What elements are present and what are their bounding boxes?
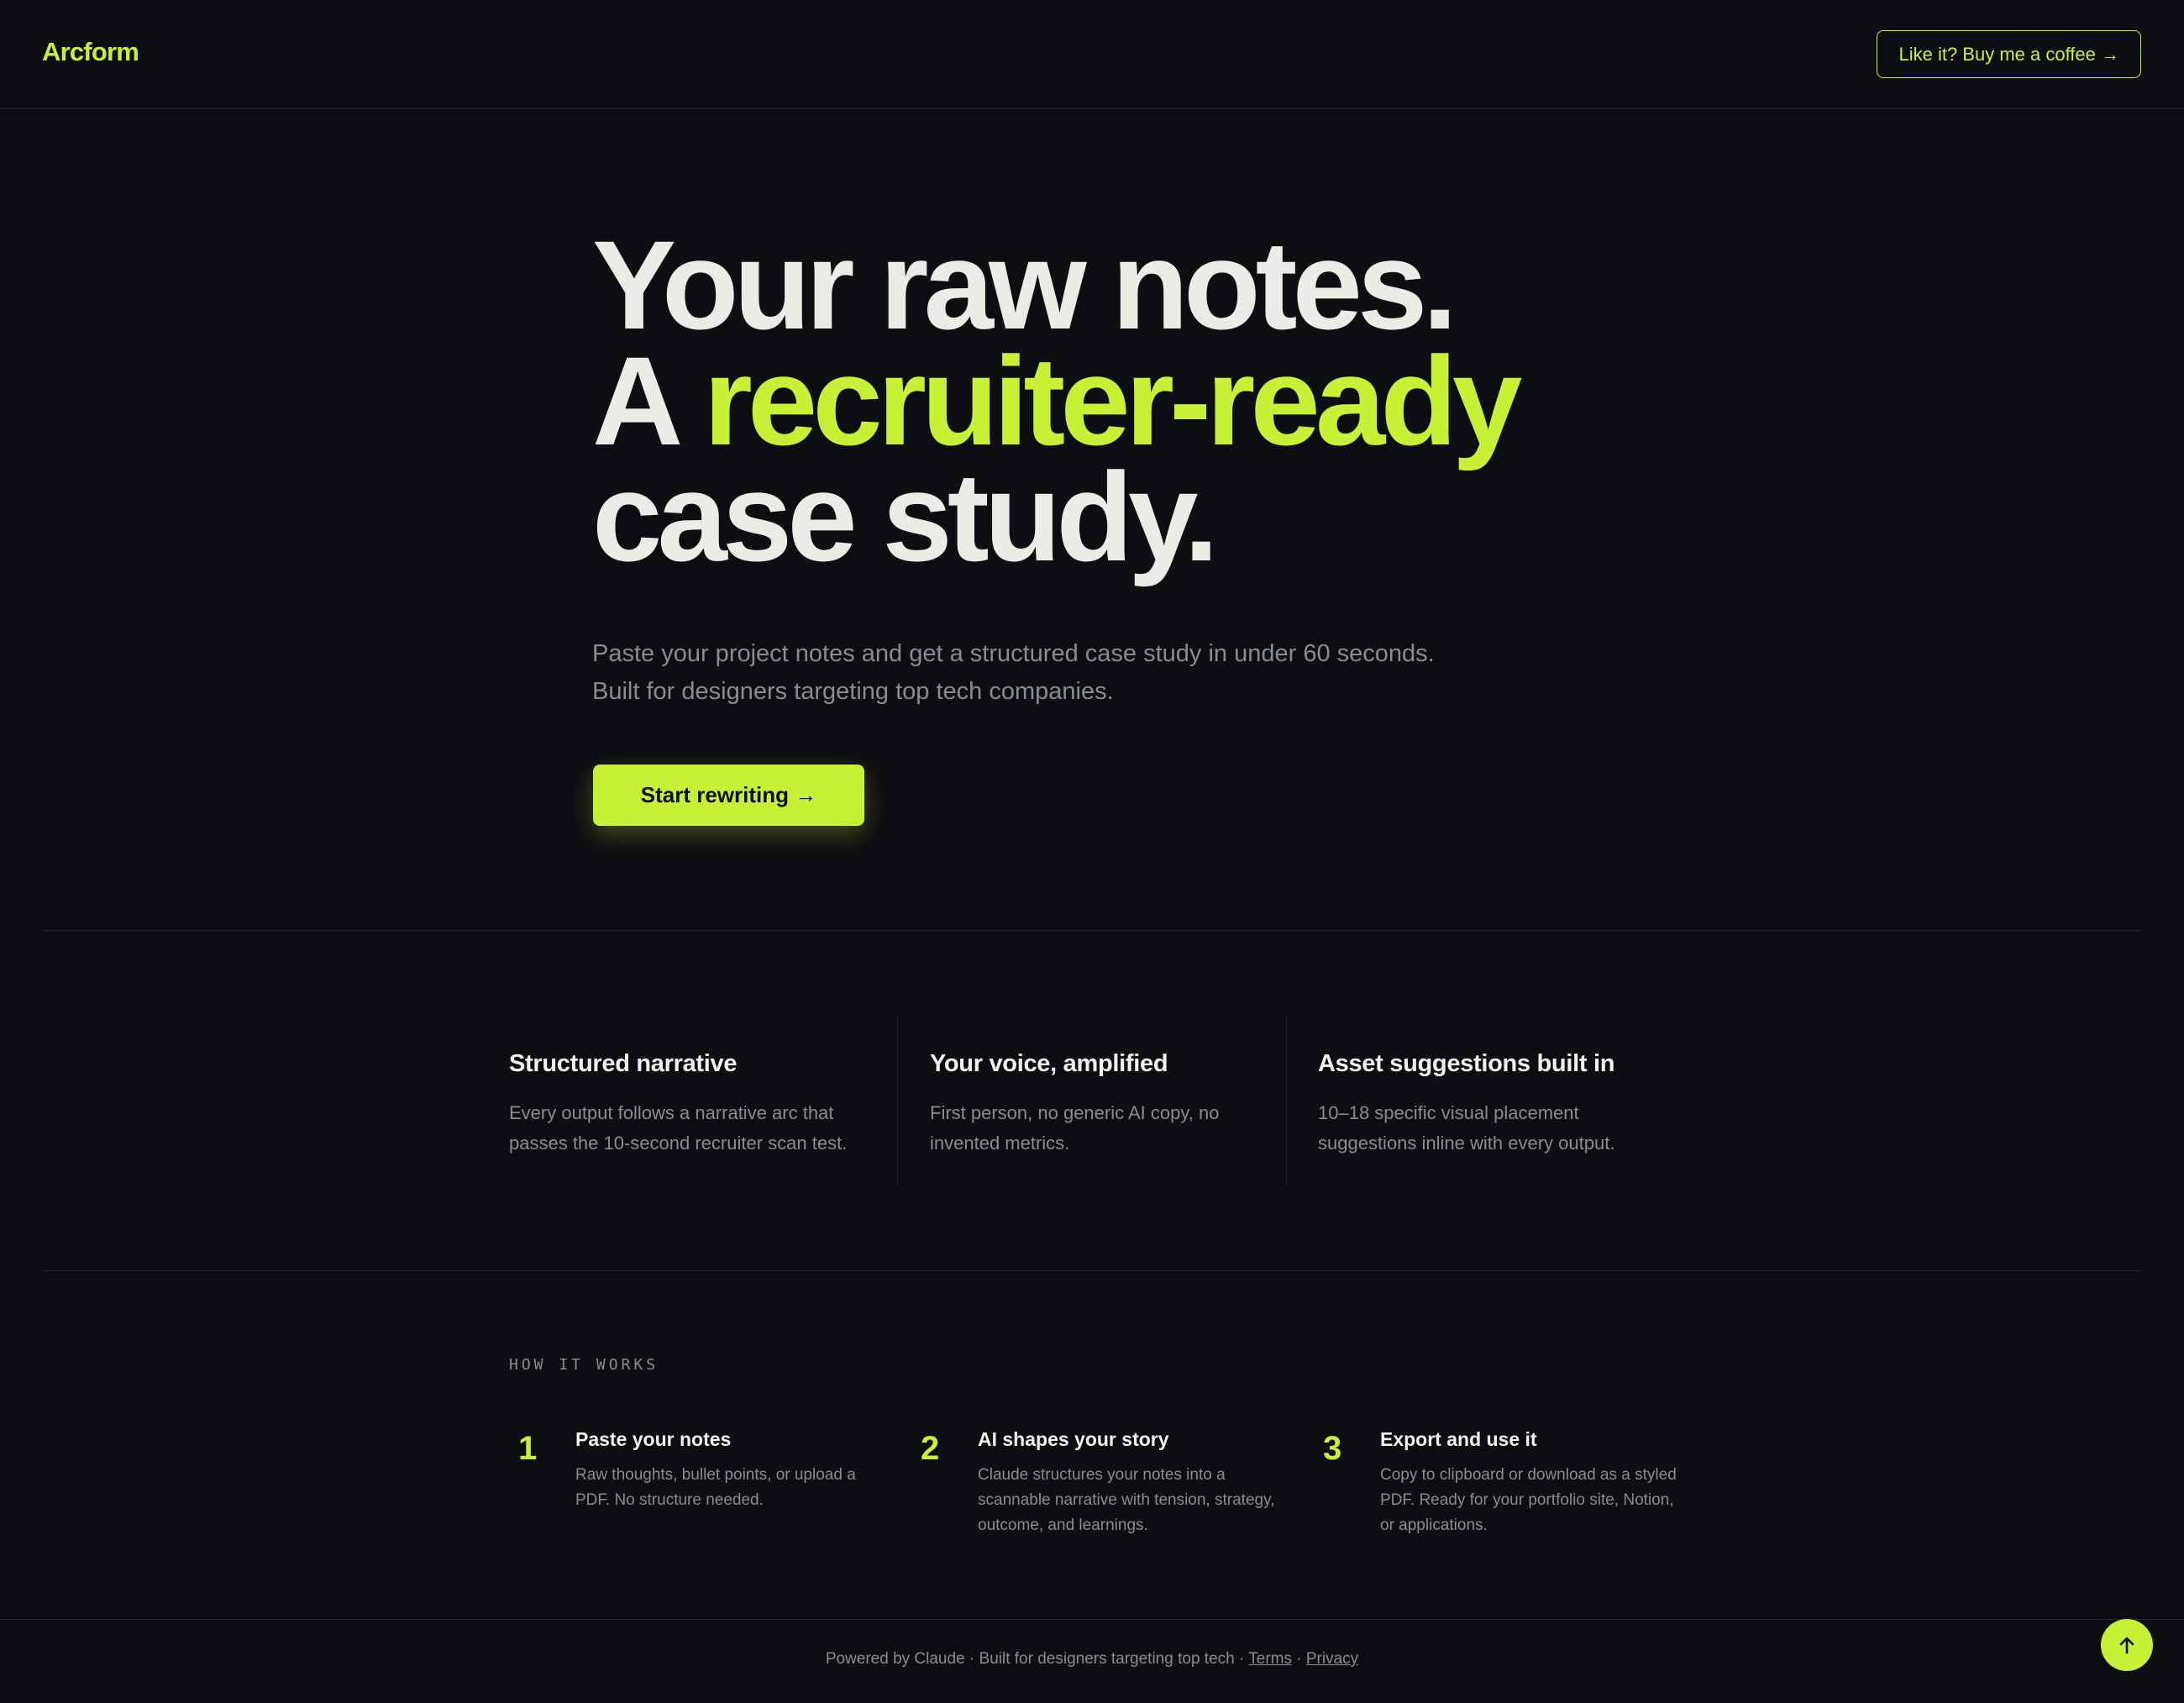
privacy-link[interactable]: Privacy	[1306, 1650, 1358, 1668]
headline-line-3: case study.	[592, 446, 1219, 587]
footer-credit: Powered by Claude · Built for designers …	[825, 1650, 1249, 1668]
feature-card: Your voice, amplified First person, no g…	[930, 1014, 1266, 1186]
step-body: AI shapes your story Claude structures y…	[978, 1428, 1289, 1538]
feature-card: Structured narrative Every output follow…	[509, 1014, 862, 1186]
feature-separator	[897, 1014, 898, 1186]
step-description: Claude structures your notes into a scan…	[978, 1466, 1275, 1534]
step-description: Copy to clipboard or download as a style…	[1380, 1466, 1677, 1534]
how-it-works-label: HOW IT WORKS	[509, 1356, 659, 1374]
landing-page: Arcform Like it? Buy me a coffee → Your …	[0, 0, 2184, 1703]
step-title: AI shapes your story	[978, 1428, 1169, 1450]
step-number: 3	[1323, 1430, 1342, 1467]
feature-description: First person, no generic AI copy, no inv…	[930, 1102, 1220, 1154]
feature-description: 10–18 specific visual placement suggesti…	[1318, 1102, 1615, 1154]
feature-title: Asset suggestions built in	[1318, 1050, 1615, 1077]
feature-description: Every output follows a narrative arc tha…	[509, 1102, 848, 1154]
section-divider	[42, 930, 2142, 931]
step-number: 2	[921, 1430, 940, 1467]
top-header: Arcform Like it? Buy me a coffee →	[0, 0, 2184, 109]
footer-text: Powered by Claude · Built for designers …	[0, 1650, 2184, 1669]
step-title: Export and use it	[1380, 1428, 1537, 1450]
footer-separator: ·	[1291, 1650, 1306, 1668]
arrow-up-icon	[2119, 1637, 2134, 1654]
feature-card: Asset suggestions built in 10–18 specifi…	[1318, 1014, 1654, 1186]
buy-coffee-button[interactable]: Like it? Buy me a coffee →	[1877, 30, 2141, 78]
terms-link[interactable]: Terms	[1248, 1650, 1292, 1668]
brand-logo[interactable]: Arcform	[42, 37, 139, 67]
feature-title: Your voice, amplified	[930, 1050, 1168, 1077]
hero-headline: Your raw notes. A recruiter-ready case s…	[592, 222, 1600, 580]
step-body: Paste your notes Raw thoughts, bullet po…	[575, 1428, 878, 1513]
step-number: 1	[518, 1430, 538, 1467]
step-body: Export and use it Copy to clipboard or d…	[1380, 1428, 1691, 1538]
scroll-to-top-button[interactable]	[2101, 1619, 2153, 1671]
hero-section: Your raw notes. A recruiter-ready case s…	[592, 222, 1600, 826]
features-section: Structured narrative Every output follow…	[0, 1014, 2184, 1186]
feature-title: Structured narrative	[509, 1050, 738, 1077]
start-rewriting-button[interactable]: Start rewriting →	[593, 765, 864, 826]
page-footer: Powered by Claude · Built for designers …	[0, 1619, 2184, 1703]
section-divider	[42, 1270, 2142, 1271]
hero-subtitle: Paste your project notes and get a struc…	[592, 640, 1435, 705]
step-description: Raw thoughts, bullet points, or upload a…	[575, 1466, 856, 1509]
step-title: Paste your notes	[575, 1428, 732, 1450]
feature-separator	[1286, 1014, 1287, 1186]
